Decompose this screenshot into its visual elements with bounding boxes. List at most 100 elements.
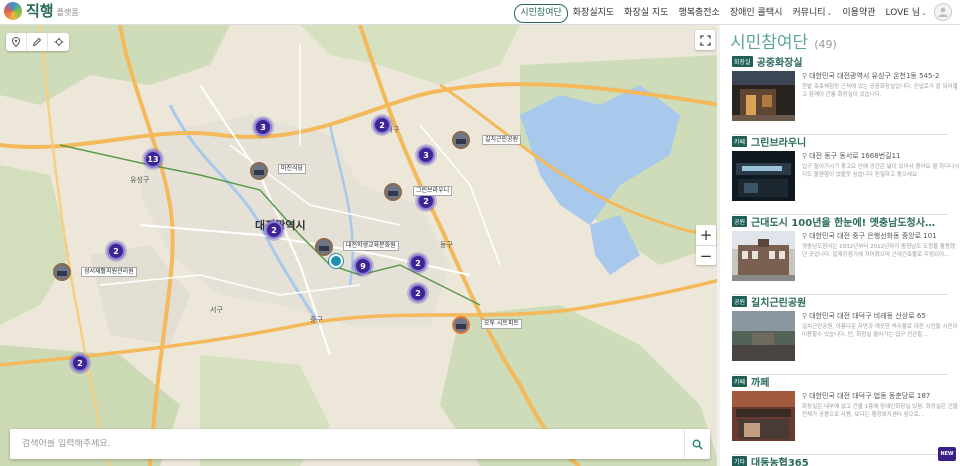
card-address: ⚲ 대한민국 대전 대덕구 법동 동춘당로 187 <box>802 391 960 401</box>
card-title[interactable]: 공중화장실 <box>757 54 803 69</box>
location-pin-icon: ⚲ <box>802 232 808 240</box>
place-card[interactable]: 공원 근대도시 100년을 한눈에! 옛충남도청사를… ⚲ 대한민국 대전 중구 … <box>732 214 960 295</box>
map-cluster[interactable]: 3 <box>254 118 272 136</box>
logo-mark-icon <box>4 2 22 20</box>
thumbnail-photo <box>732 71 795 121</box>
top-header: 직행 플랫폼 시민참여단 화장실지도 화장실 지도 행복충전소 장애인 콜택시 … <box>0 0 960 25</box>
card-title[interactable]: 그린브라우니 <box>751 134 806 149</box>
category-badge: 공원 <box>732 295 748 307</box>
location-pin-icon: ⚲ <box>802 152 808 160</box>
map-photo-marker[interactable] <box>452 316 470 334</box>
panel-count: (49) <box>814 38 837 51</box>
map-photo-marker[interactable] <box>452 131 470 149</box>
district-label-dong: 동구 <box>440 241 453 249</box>
map-cluster[interactable]: 13 <box>144 150 162 168</box>
panel-header: 시민참여단 (49) <box>720 25 960 53</box>
location-tool[interactable] <box>48 33 69 51</box>
new-badge[interactable]: NEW <box>938 447 956 461</box>
map-cluster[interactable]: 2 <box>373 116 391 134</box>
thumbnail-photo <box>732 311 795 361</box>
card-thumbnail[interactable] <box>732 231 795 281</box>
map-photo-marker[interactable] <box>315 238 333 256</box>
map-pin-label[interactable]: 길치근린공원 <box>482 135 522 145</box>
more-options-icon[interactable]: ⋮ <box>952 82 960 91</box>
card-thumbnail[interactable] <box>732 391 795 441</box>
card-thumbnail[interactable] <box>732 71 795 121</box>
card-thumbnail[interactable] <box>732 151 795 201</box>
map-photo-marker[interactable] <box>53 263 71 281</box>
map-cluster[interactable]: 2 <box>71 354 89 372</box>
nav-disability-taxi[interactable]: 장애인 콜택시 <box>725 5 788 22</box>
participation-panel: 시민참여단 (49) 화장실 공중화장실 ⚲ 대한민국 대전광역시 유성구 온천1… <box>720 25 960 466</box>
map-photo-marker[interactable] <box>384 183 402 201</box>
address-text: 대한민국 대전 대덕구 비래동 산상로 65 <box>809 312 926 320</box>
card-address: ⚲ 대한민국 대전 중구 은행선화동 중앙로 101 <box>802 231 960 241</box>
map-pin-label[interactable]: 그린브라우니 <box>413 186 453 196</box>
card-address: ⚲ 대한민국 대전 대덕구 비래동 산상로 65 <box>802 311 960 321</box>
category-badge: 카페 <box>732 375 748 387</box>
map-pin-label[interactable]: 성서재활지원관리원 <box>81 267 137 277</box>
map-search-bar <box>10 429 710 459</box>
avatar[interactable] <box>934 3 952 21</box>
address-text: 대전 동구 동서로 1668번길11 <box>809 152 901 160</box>
map-pin-label[interactable]: 마진식당 <box>278 164 307 174</box>
chevron-down-icon: ⌄ <box>921 9 927 17</box>
card-title[interactable]: 근대도시 100년을 한눈에! 옛충남도청사를… <box>751 214 941 229</box>
nav-toilet-map-1[interactable]: 화장실지도 <box>568 5 619 22</box>
nav-toilet-map-2[interactable]: 화장실 지도 <box>619 5 673 22</box>
place-card[interactable]: 기타 대동농협365 <box>732 454 960 466</box>
category-badge: 화장실 <box>732 55 753 67</box>
map-toolbar <box>6 33 69 51</box>
place-card[interactable]: 공원 길치근린공원 ⚲ 대한민국 대전 대덕구 비래동 산상로 65 길치근린공원… <box>732 294 960 375</box>
map-cluster[interactable]: 3 <box>417 146 435 164</box>
panel-title: 시민참여단 <box>730 33 809 53</box>
card-description: 길치근린공원, 아름다운 자연과 깨끗한 먹수물로 대전 시민들 시민이 이용할… <box>802 324 958 338</box>
card-title[interactable]: 대동농협365 <box>751 454 809 466</box>
map-cluster[interactable]: 2 <box>265 221 283 239</box>
nav-citizen-participation[interactable]: 시민참여단 <box>514 4 568 23</box>
map-cluster[interactable]: 2 <box>409 254 427 272</box>
map-cluster[interactable]: 2 <box>107 242 125 260</box>
card-title[interactable]: 길치근린공원 <box>751 294 806 309</box>
chevron-down-icon: ⌄ <box>826 9 833 17</box>
map-cluster[interactable]: 2 <box>409 284 427 302</box>
place-card[interactable]: 카페 그린브라우니 ⚲ 대전 동구 동서로 1668번길11 입구 들어가시기 좋… <box>732 134 960 215</box>
nav-community-label: 커뮤니티 <box>792 8 826 18</box>
draw-tool[interactable] <box>27 33 48 51</box>
fullscreen-button[interactable] <box>695 30 715 50</box>
map-pin-icon <box>11 37 21 47</box>
district-label-yuseong: 유성구 <box>130 176 150 184</box>
place-card[interactable]: 카페 까페 ⚲ 대한민국 대전 대덕구 법동 동춘당로 187 화장실은 내부에 … <box>732 374 960 455</box>
thumbnail-photo <box>732 231 795 281</box>
zoom-control: + − <box>696 225 716 265</box>
search-button[interactable] <box>684 429 710 459</box>
address-text: 대한민국 대전 대덕구 법동 동춘당로 187 <box>809 392 931 400</box>
map-pin-label[interactable]: 대전학생교육문화원 <box>343 241 399 251</box>
search-icon <box>692 439 703 450</box>
marker-tool[interactable] <box>6 33 27 51</box>
search-input[interactable] <box>10 439 684 449</box>
location-pin-icon: ⚲ <box>802 392 808 400</box>
card-title[interactable]: 까페 <box>751 374 769 389</box>
map-pin-label[interactable]: 오투 시트피트 <box>481 319 523 329</box>
nav-community[interactable]: 커뮤니티⌄ <box>787 5 837 22</box>
district-label-seo: 서구 <box>210 306 223 314</box>
card-address: ⚲ 대한민국 대전광역시 유성구 온천1동 545-2 <box>802 71 960 81</box>
place-card[interactable]: 화장실 공중화장실 ⚲ 대한민국 대전광역시 유성구 온천1동 545-2 한밭 … <box>732 54 960 135</box>
current-location-icon[interactable] <box>329 254 343 268</box>
map-view[interactable]: 대전광역시 대덕구 유성구 서구 동구 중구 + − 3 2 13 3 2 2 … <box>0 25 720 466</box>
logo[interactable]: 직행 플랫폼 <box>4 2 79 20</box>
map-photo-marker[interactable] <box>250 162 268 180</box>
zoom-in-button[interactable]: + <box>696 225 716 245</box>
nav-terms[interactable]: 이용약관 <box>837 5 880 22</box>
nav-charging-station[interactable]: 행복충전소 <box>673 5 724 22</box>
nav-user-menu[interactable]: LOVE 님⌄ <box>881 5 932 22</box>
pencil-icon <box>32 37 42 47</box>
thumbnail-photo <box>732 391 795 441</box>
map-cluster[interactable]: 9 <box>354 257 372 275</box>
fullscreen-icon <box>699 34 711 46</box>
location-pin-icon: ⚲ <box>802 312 808 320</box>
zoom-out-button[interactable]: − <box>696 245 716 265</box>
card-description: 입구 들어가시기 좋고요 안에 공간은 넓이 있어서 좋아요 휠 하다나시지도 … <box>802 164 960 178</box>
card-thumbnail[interactable] <box>732 311 795 361</box>
